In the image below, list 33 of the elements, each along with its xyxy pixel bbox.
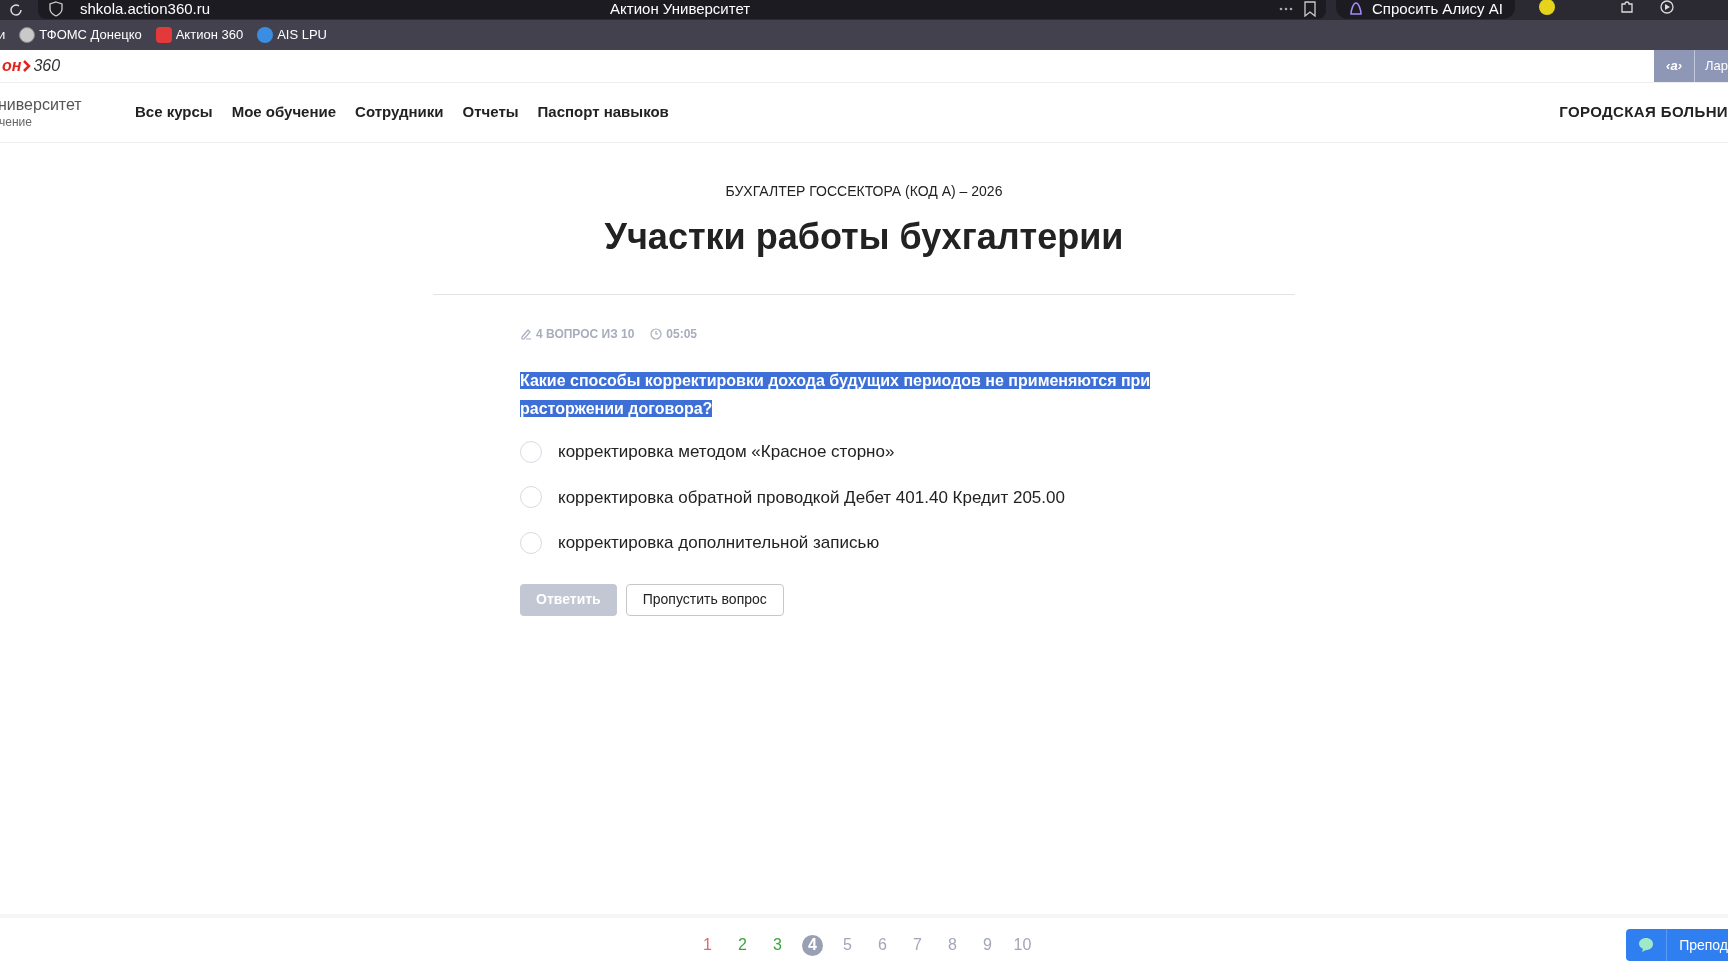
clock-icon [650, 328, 663, 340]
course-name: БУХГАЛТЕР ГОССЕКТОРА (КОД А) – 2026 [725, 182, 1003, 201]
reload-icon[interactable] [8, 2, 24, 18]
answer-option[interactable]: корректировка методом «Красное сторно» [520, 439, 1220, 465]
pencil-icon [520, 328, 532, 340]
timer: 05:05 [650, 325, 698, 343]
address-bar[interactable]: shkola.action360.ru Актион Университет [38, 0, 1326, 19]
bookmark-icon[interactable] [1302, 1, 1318, 17]
skip-button[interactable]: Пропустить вопрос [625, 583, 784, 616]
logo: он 360 [2, 56, 61, 76]
puzzle-icon[interactable] [1618, 0, 1635, 15]
brand-subtitle: чение [0, 115, 33, 130]
nav-link[interactable]: Отчеты [462, 101, 519, 124]
nav-link[interactable]: Паспорт навыков [537, 101, 669, 124]
question-text: Какие способы корректировки дохода будущих периодов не применяются при расторжении договора? [520, 371, 1152, 419]
bookmark-item[interactable]: Актион 360 [155, 25, 244, 45]
nav-link[interactable]: Сотрудники [355, 101, 444, 124]
question-counter: 4 ВОПРОС ИЗ 10 [520, 325, 635, 343]
bookmark-item[interactable]: ТФОМС Донецко [19, 25, 142, 45]
ask-ai-button[interactable]: Спросить Алису AI [1336, 0, 1515, 19]
page-title: Участки работы бухгалтерии [604, 215, 1124, 259]
app-icon [155, 27, 172, 43]
nav-link[interactable]: Мое обучение [231, 101, 337, 124]
media-icon[interactable] [1658, 0, 1675, 15]
chat-button[interactable]: Препод [1626, 929, 1728, 961]
page-title: Актион Университет [610, 0, 751, 19]
answer-option[interactable]: корректировка обратной проводкой Дебет 401.40 Кредит 205.00 [520, 484, 1220, 510]
bookmark-item[interactable]: AIS LPU [257, 25, 327, 45]
nav-link[interactable]: Все курсы [135, 101, 213, 124]
shield-icon [48, 1, 64, 17]
url-text: shkola.action360.ru [80, 0, 211, 19]
organization-name: ГОРОДСКАЯ БОЛЬНИ [1559, 102, 1728, 123]
answer-option[interactable]: корректировка дополнительной записью [520, 530, 1220, 556]
